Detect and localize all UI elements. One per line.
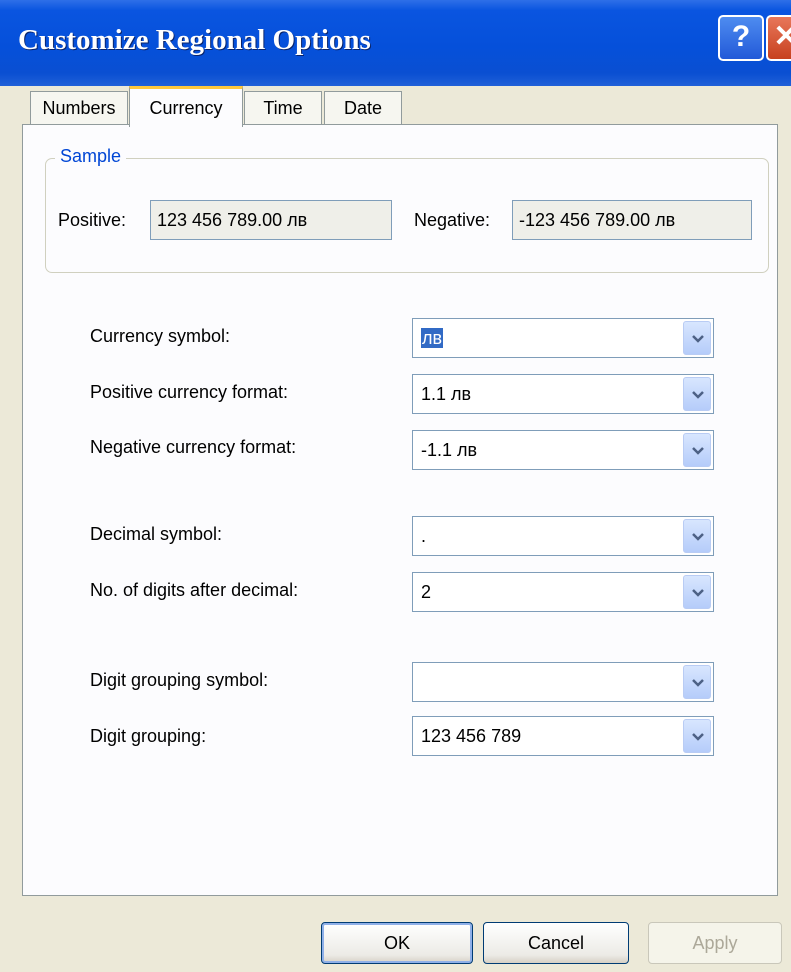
negative-format-value: -1.1 лв (421, 440, 478, 460)
digit-grouping-symbol-select[interactable] (412, 662, 714, 702)
apply-button[interactable]: Apply (648, 922, 782, 964)
negative-format-label: Negative currency format: (90, 437, 297, 457)
decimal-symbol-select[interactable]: . (412, 516, 714, 556)
digits-after-decimal-dropdown-button[interactable] (683, 575, 711, 609)
decimal-symbol-value: . (421, 526, 427, 546)
help-icon: ? (731, 20, 751, 53)
close-button[interactable]: ✕ (766, 15, 791, 61)
currency-symbol-value: лв (421, 328, 444, 348)
positive-sample-value: 123 456 789.00 лв (150, 200, 392, 240)
positive-format-select[interactable]: 1.1 лв (412, 374, 714, 414)
currency-symbol-dropdown-button[interactable] (683, 321, 711, 355)
tab-numbers[interactable]: Numbers (30, 91, 128, 125)
tab-time[interactable]: Time (244, 91, 322, 125)
currency-symbol-label: Currency symbol: (90, 326, 231, 346)
digit-grouping-value: 123 456 789 (421, 726, 522, 746)
help-button[interactable]: ? (718, 15, 764, 61)
digit-grouping-select[interactable]: 123 456 789 (412, 716, 714, 756)
digits-after-decimal-value: 2 (421, 582, 432, 602)
positive-format-dropdown-button[interactable] (683, 377, 711, 411)
currency-symbol-select[interactable]: лв (412, 318, 714, 358)
chevron-down-icon (692, 533, 704, 541)
positive-label: Positive: (58, 210, 127, 230)
negative-label: Negative: (414, 210, 491, 230)
negative-format-dropdown-button[interactable] (683, 433, 711, 467)
negative-format-select[interactable]: -1.1 лв (412, 430, 714, 470)
chevron-down-icon (692, 589, 704, 597)
digits-after-decimal-select[interactable]: 2 (412, 572, 714, 612)
tab-currency[interactable]: Currency (129, 86, 243, 127)
close-icon: ✕ (773, 20, 791, 53)
tab-date[interactable]: Date (324, 91, 402, 125)
negative-sample-value: -123 456 789.00 лв (512, 200, 752, 240)
digit-grouping-symbol-label: Digit grouping symbol: (90, 670, 269, 690)
chevron-down-icon (692, 733, 704, 741)
window-title: Customize Regional Options (18, 24, 371, 56)
digit-grouping-symbol-dropdown-button[interactable] (683, 665, 711, 699)
chevron-down-icon (692, 335, 704, 343)
chevron-down-icon (692, 679, 704, 687)
sample-legend: Sample (55, 146, 127, 167)
digit-grouping-dropdown-button[interactable] (683, 719, 711, 753)
cancel-button[interactable]: Cancel (483, 922, 629, 964)
digits-after-decimal-label: No. of digits after decimal: (90, 580, 299, 600)
decimal-symbol-label: Decimal symbol: (90, 524, 223, 544)
digit-grouping-label: Digit grouping: (90, 726, 207, 746)
positive-format-value: 1.1 лв (421, 384, 472, 404)
decimal-symbol-dropdown-button[interactable] (683, 519, 711, 553)
ok-button[interactable]: OK (321, 922, 473, 964)
title-bar[interactable]: Customize Regional Options ? ✕ (0, 0, 791, 86)
positive-format-label: Positive currency format: (90, 382, 289, 402)
chevron-down-icon (692, 447, 704, 455)
chevron-down-icon (692, 391, 704, 399)
